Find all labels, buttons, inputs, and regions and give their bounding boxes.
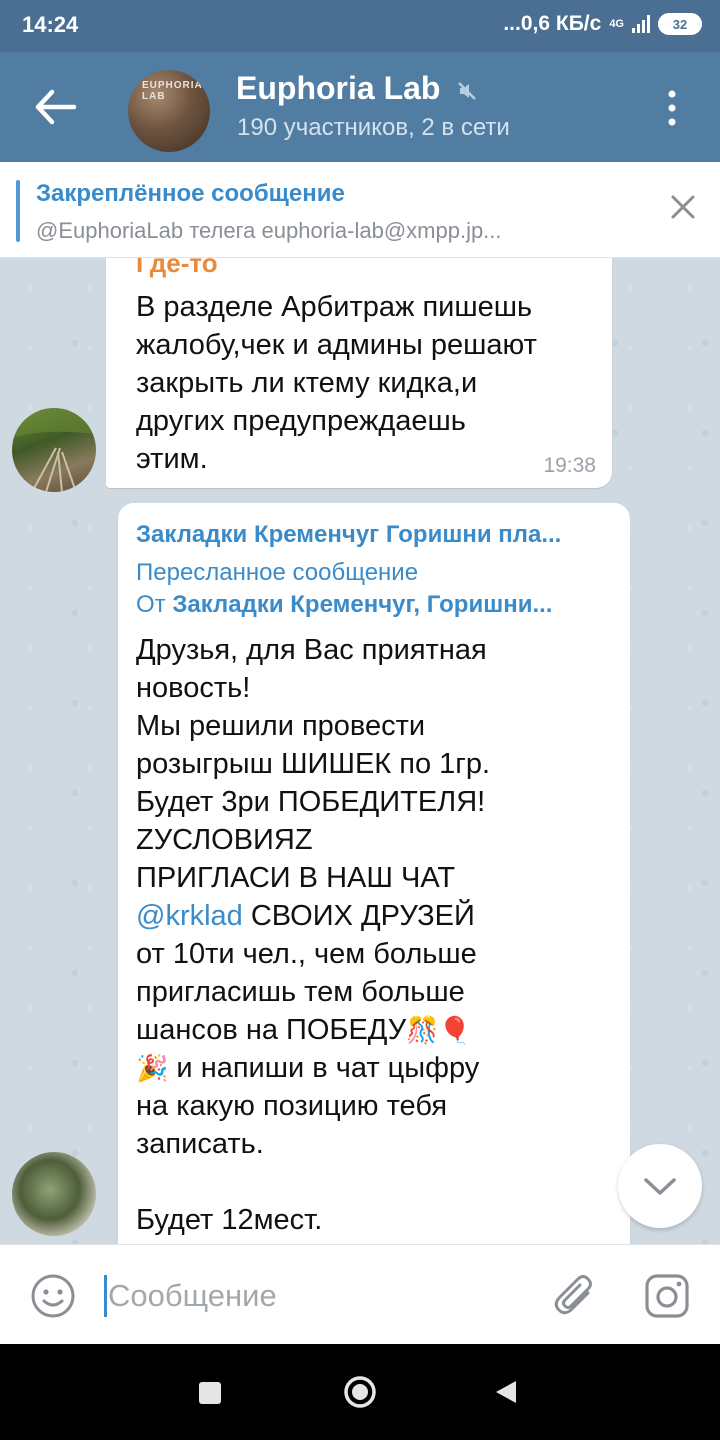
attach-icon[interactable] <box>552 1271 598 1319</box>
message-list[interactable]: Где-то В разделе Арбитраж пишешь жалобу,… <box>0 258 720 1244</box>
home-button[interactable] <box>343 1375 377 1409</box>
mention-link[interactable]: @krklad <box>136 900 243 932</box>
camera-icon[interactable] <box>644 1273 690 1319</box>
message-input[interactable] <box>108 1273 528 1319</box>
muted-icon <box>458 82 476 100</box>
status-indicators: ...0,6 КБ/с 4G 32 <box>503 12 702 36</box>
group-avatar-text: EUPHORIA LAB <box>142 80 203 102</box>
recent-apps-button[interactable] <box>199 1382 221 1404</box>
confetti-balloon-emoji: 🎊🎈 <box>406 1015 471 1045</box>
message-time: 19:38 <box>543 454 596 477</box>
system-nav-bar <box>0 1344 720 1440</box>
scroll-down-button[interactable] <box>618 1144 702 1228</box>
close-icon[interactable] <box>668 192 698 222</box>
message-bubble[interactable]: Где-то В разделе Арбитраж пишешь жалобу,… <box>106 258 612 488</box>
message-text: В разделе Арбитраж пишешь жалобу,чек и а… <box>136 291 537 475</box>
network-type: 4G <box>609 18 624 30</box>
sender-avatar[interactable] <box>12 408 96 492</box>
group-avatar[interactable]: EUPHORIA LAB <box>128 70 210 152</box>
status-time: 14:24 <box>22 12 79 37</box>
nav-back-icon[interactable] <box>494 1379 518 1405</box>
chat-title[interactable]: Euphoria Lab <box>236 70 440 107</box>
party-popper-emoji: 🎉 <box>136 1053 169 1083</box>
more-menu-icon[interactable] <box>662 88 682 128</box>
forward-source-title[interactable]: Закладки Кременчуг Горишни пла... <box>136 521 616 549</box>
sender-name: Где-то <box>136 258 218 278</box>
pinned-accent-bar <box>16 180 20 242</box>
network-speed: ...0,6 КБ/с <box>503 12 602 35</box>
status-bar: 14:24 ...0,6 КБ/с 4G 32 <box>0 0 720 52</box>
forward-from[interactable]: От Закладки Кременчуг, Горишни... <box>136 591 616 619</box>
emoji-icon[interactable] <box>30 1273 76 1319</box>
chat-header: EUPHORIA LAB Euphoria Lab 190 участников… <box>0 52 720 162</box>
pinned-title: Закреплённое сообщение <box>36 180 345 207</box>
message-text: Друзья, для Вас приятная новость! Мы реш… <box>136 634 491 1236</box>
text-caret <box>104 1275 107 1317</box>
pinned-message[interactable]: Закреплённое сообщение @EuphoriaLab теле… <box>0 162 720 258</box>
chevron-down-icon <box>644 1178 676 1195</box>
forwarded-message-bubble[interactable]: Закладки Кременчуг Горишни пла... Пересл… <box>118 503 630 1244</box>
sender-avatar[interactable] <box>12 1152 96 1236</box>
message-composer <box>0 1244 720 1344</box>
battery-icon: 32 <box>658 13 702 35</box>
back-arrow-icon[interactable] <box>30 84 80 130</box>
signal-icon <box>632 15 650 33</box>
chat-subtitle: 190 участников, 2 в сети <box>237 114 510 141</box>
forward-label: Пересланное сообщение <box>136 559 419 586</box>
railway-image <box>12 408 96 492</box>
pinned-text: @EuphoriaLab телега euphoria-lab@xmpp.jp… <box>36 218 502 243</box>
